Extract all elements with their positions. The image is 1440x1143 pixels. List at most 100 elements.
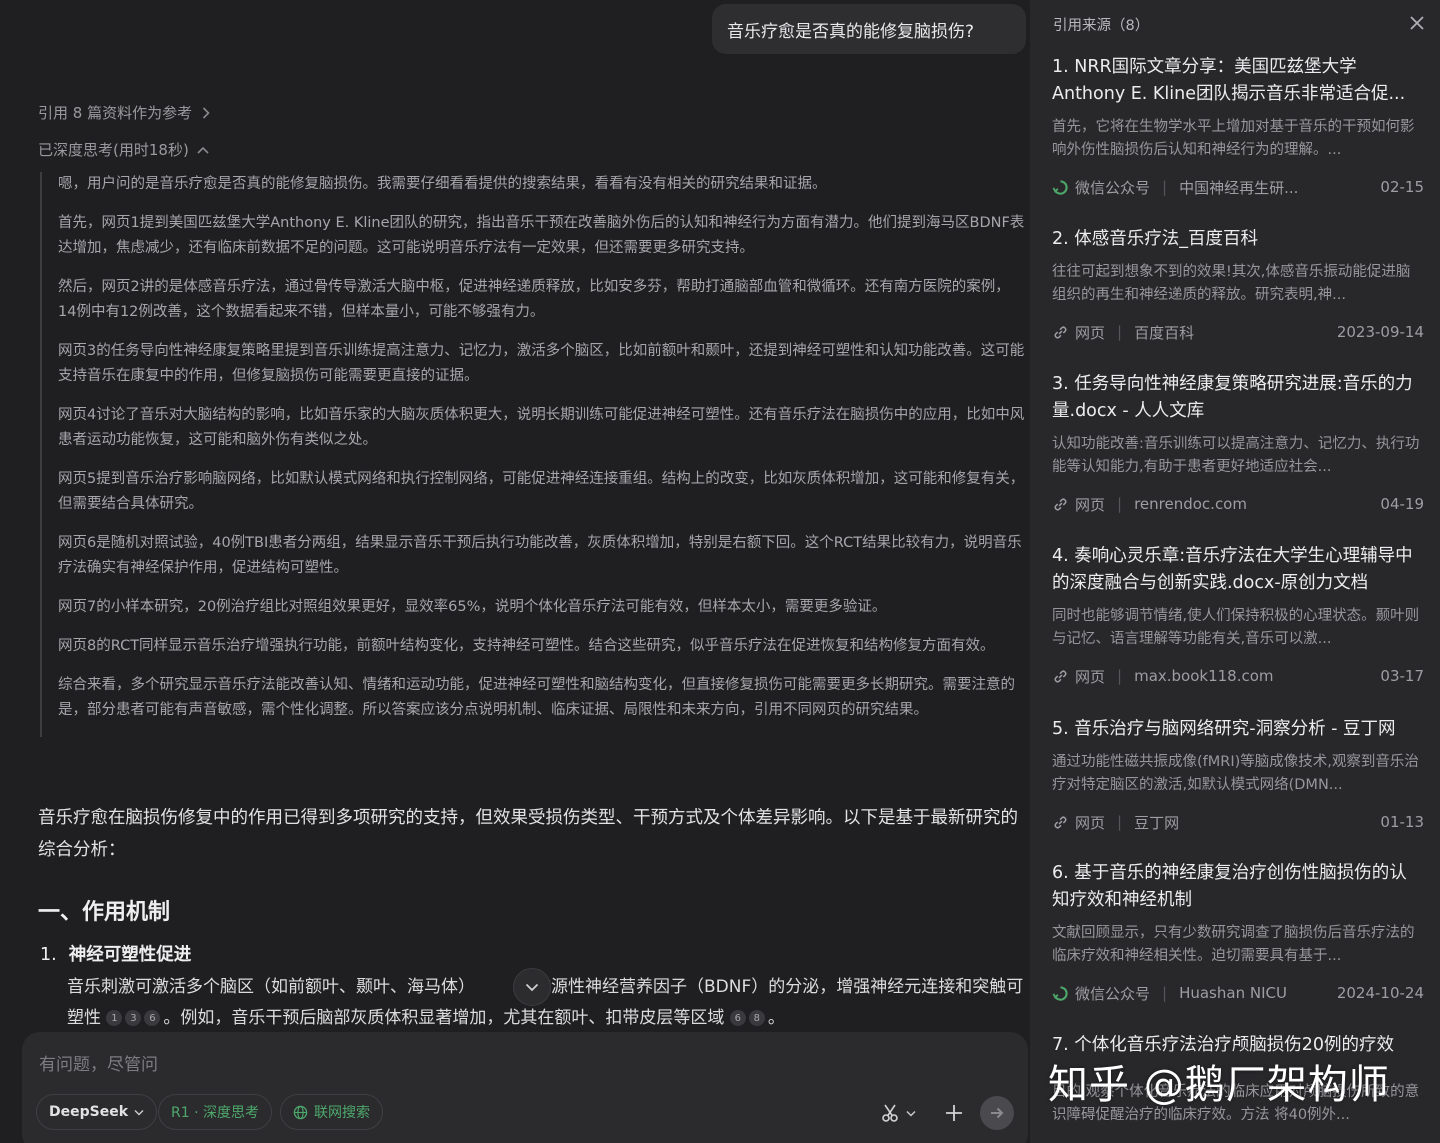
source-date: 02-15 bbox=[1380, 178, 1424, 196]
thinking-content: 嗯，用户问的是音乐疗愈是否真的能修复脑损伤。我需要仔细看看提供的搜索结果，看看有… bbox=[40, 172, 1030, 737]
close-icon[interactable] bbox=[1408, 14, 1426, 32]
web-search-toggle[interactable]: 联网搜索 bbox=[280, 1094, 383, 1130]
source-meta: 网页 | max.book118.com 03-17 bbox=[1052, 665, 1424, 687]
source-date: 03-17 bbox=[1380, 667, 1424, 685]
source-snippet: 文献回顾显示，只有少数研究调查了脑损伤后音乐疗法的临床疗效和神经相关性。迫切需要… bbox=[1052, 925, 1415, 964]
source-snippet: 认知功能改善:音乐训练可以提高注意力、记忆力、执行功能等认知能力,有助于患者更好… bbox=[1052, 436, 1420, 475]
sources-panel: 引用来源（8） 1. NRR国际文章分享：美国匹兹堡大学Anthony E. K… bbox=[1030, 0, 1440, 1143]
source-date: 01-13 bbox=[1380, 813, 1424, 831]
source-date: 2023-09-14 bbox=[1336, 323, 1424, 341]
panel-title: 引用来源（8） bbox=[1053, 18, 1150, 34]
web-search-label: 联网搜索 bbox=[314, 1105, 370, 1121]
source-site: 豆丁网 bbox=[1134, 813, 1180, 832]
chevron-down-icon bbox=[906, 1110, 916, 1117]
source-site: 百度百科 bbox=[1134, 323, 1195, 342]
body-text: 音乐刺激可激活多个脑区（如前额叶、颞叶、海马体） bbox=[67, 977, 475, 997]
scissors-icon bbox=[882, 1104, 898, 1122]
user-message-text: 音乐疗愈是否真的能修复脑损伤? bbox=[727, 21, 975, 42]
source-item[interactable]: 3. 任务导向性神经康复策略研究进展:音乐的力量.docx - 人人文库 认知功… bbox=[1052, 371, 1424, 515]
thinking-toggle-label: 已深度思考(用时18秒) bbox=[38, 141, 189, 159]
source-date: 04-19 bbox=[1380, 495, 1424, 513]
source-snippet: 同时也能够调节情绪,使人们保持积极的心理状态。颞叶则与记忆、语言理解等功能有关,… bbox=[1052, 608, 1420, 647]
thinking-paragraph: 网页5提到音乐治疗影响脑网络，比如默认模式网络和执行控制网络，可能促进神经连接重… bbox=[58, 471, 1025, 512]
list-item-number: 1. bbox=[40, 945, 57, 965]
meta-divider: | bbox=[1162, 984, 1168, 1002]
thinking-paragraph: 综合来看，多个研究显示音乐疗法能改善认知、情绪和运动功能，促进神经可塑性和脑结构… bbox=[58, 677, 1015, 718]
source-title: 2. 体感音乐疗法_百度百科 bbox=[1052, 229, 1259, 249]
source-type: 网页 bbox=[1075, 495, 1106, 514]
source-site: max.book118.com bbox=[1134, 667, 1274, 685]
thinking-paragraph: 网页8的RCT同样显示音乐治疗增强执行功能，前额叶结构变化，支持神经可塑性。结合… bbox=[58, 638, 995, 654]
add-attachment-button[interactable] bbox=[940, 1098, 968, 1128]
chevron-down-icon bbox=[525, 983, 539, 991]
source-type: 微信公众号 bbox=[1075, 984, 1151, 1003]
source-snippet: 首先，它将在生物学水平上增加对基于音乐的干预如何影响外伤性脑损伤后认知和神经行为… bbox=[1052, 119, 1415, 158]
chat-area: 音乐疗愈是否真的能修复脑损伤? 引用 8 篇资料作为参考 已深度思考(用时18秒… bbox=[0, 0, 1030, 1143]
watermark: 知乎 @鹅厂架构师 bbox=[1048, 1062, 1390, 1108]
send-arrow-icon bbox=[991, 1107, 1004, 1119]
thinking-paragraph: 网页7的小样本研究，20例治疗组比对照组效果更好，显效率65%，说明个体化音乐疗… bbox=[58, 599, 887, 615]
source-site: Huashan NICU bbox=[1179, 984, 1287, 1002]
model-selector[interactable]: DeepSeek bbox=[36, 1094, 158, 1130]
chevron-right-icon bbox=[203, 106, 210, 119]
source-date: 2024-10-24 bbox=[1336, 984, 1424, 1002]
citation-badge[interactable]: 6 bbox=[729, 1010, 746, 1026]
message-composer: 有问题，尽管问 DeepSeek R1 · 深度思考 联网搜索 bbox=[22, 1032, 1028, 1143]
list-item-title: 神经可塑性促进 bbox=[68, 945, 192, 965]
source-meta: 微信公众号 | Huashan NICU 2024-10-24 bbox=[1052, 982, 1424, 1004]
citation-badge[interactable]: 8 bbox=[748, 1010, 765, 1026]
user-message-bubble: 音乐疗愈是否真的能修复脑损伤? bbox=[712, 4, 1026, 54]
source-meta: 网页 | 百度百科 2023-09-14 bbox=[1052, 321, 1424, 343]
source-item[interactable]: 4. 奏响心灵乐章:音乐疗法在大学生心理辅导中的深度融合与创新实践.docx-原… bbox=[1052, 543, 1424, 687]
source-item[interactable]: 6. 基于音乐的神经康复治疗创伤性脑损伤的认知疗效和神经机制 文献回顾显示，只有… bbox=[1052, 860, 1424, 1004]
meta-divider: | bbox=[1117, 323, 1123, 341]
references-link[interactable]: 引用 8 篇资料作为参考 bbox=[38, 102, 210, 123]
body-text: 。 bbox=[767, 1008, 785, 1028]
citation-badge[interactable]: 6 bbox=[144, 1010, 161, 1026]
source-type: 网页 bbox=[1075, 667, 1106, 686]
citation-badge[interactable]: 1 bbox=[106, 1010, 123, 1026]
thinking-paragraph: 然后，网页2讲的是体感音乐疗法，通过骨传导激活大脑中枢，促进神经递质释放，比如安… bbox=[58, 279, 1010, 320]
references-link-label: 引用 8 篇资料作为参考 bbox=[38, 104, 193, 122]
wechat-icon bbox=[1052, 985, 1068, 1001]
send-button[interactable] bbox=[980, 1096, 1014, 1130]
source-title: 5. 音乐治疗与脑网络研究-洞察分析 - 豆丁网 bbox=[1052, 719, 1396, 739]
tools-menu-button[interactable] bbox=[874, 1098, 922, 1128]
source-snippet: 通过功能性磁共振成像(fMRI)等脑成像技术,观察到音乐治疗对特定脑区的激活,如… bbox=[1052, 754, 1419, 793]
source-type: 网页 bbox=[1075, 323, 1106, 342]
deep-think-toggle[interactable]: R1 · 深度思考 bbox=[158, 1094, 272, 1130]
source-type: 微信公众号 bbox=[1075, 178, 1151, 197]
source-title: 6. 基于音乐的神经康复治疗创伤性脑损伤的认知疗效和神经机制 bbox=[1052, 863, 1407, 910]
globe-icon bbox=[293, 1105, 308, 1119]
thinking-paragraph: 嗯，用户问的是音乐疗愈是否真的能修复脑损伤。我需要仔细看看提供的搜索结果，看看有… bbox=[58, 176, 827, 192]
source-item[interactable]: 2. 体感音乐疗法_百度百科 往往可起到想象不到的效果!其次,体感音乐振动能促进… bbox=[1052, 226, 1424, 343]
meta-divider: | bbox=[1117, 813, 1123, 831]
section-heading: 一、作用机制 bbox=[38, 900, 171, 925]
link-icon bbox=[1054, 326, 1067, 338]
list-item-heading: 1. 神经可塑性促进 bbox=[40, 941, 191, 966]
meta-divider: | bbox=[1117, 495, 1123, 513]
source-title: 1. NRR国际文章分享：美国匹兹堡大学Anthony E. Kline团队揭示… bbox=[1052, 57, 1406, 104]
thinking-paragraph: 网页3的任务导向性神经康复策略里提到音乐训练提高注意力、记忆力，激活多个脑区，比… bbox=[58, 343, 1025, 384]
message-input[interactable]: 有问题，尽管问 bbox=[39, 1050, 158, 1075]
wechat-icon bbox=[1052, 179, 1068, 195]
chevron-up-icon bbox=[197, 146, 209, 154]
source-site: renrendoc.com bbox=[1134, 495, 1247, 513]
link-icon bbox=[1054, 670, 1067, 682]
source-meta: 网页 | renrendoc.com 04-19 bbox=[1052, 493, 1424, 515]
citation-badge[interactable]: 3 bbox=[125, 1010, 142, 1026]
thinking-toggle[interactable]: 已深度思考(用时18秒) bbox=[38, 139, 209, 160]
link-icon bbox=[1054, 816, 1067, 828]
chevron-down-icon bbox=[134, 1109, 144, 1116]
source-type: 网页 bbox=[1075, 813, 1106, 832]
thinking-paragraph: 首先，网页1提到美国匹兹堡大学Anthony E. Kline团队的研究，指出音… bbox=[58, 215, 1025, 256]
link-icon bbox=[1054, 498, 1067, 510]
source-title: 3. 任务导向性神经康复策略研究进展:音乐的力量.docx - 人人文库 bbox=[1052, 374, 1413, 421]
deep-think-label: R1 · 深度思考 bbox=[171, 1105, 259, 1121]
meta-divider: | bbox=[1162, 178, 1168, 196]
source-item[interactable]: 5. 音乐治疗与脑网络研究-洞察分析 - 豆丁网 通过功能性磁共振成像(fMRI… bbox=[1052, 716, 1424, 833]
answer-intro: 音乐疗愈在脑损伤修复中的作用已得到多项研究的支持，但效果受损伤类型、干预方式及个… bbox=[38, 808, 1018, 860]
scroll-to-bottom-button[interactable] bbox=[513, 968, 551, 1006]
source-item[interactable]: 1. NRR国际文章分享：美国匹兹堡大学Anthony E. Kline团队揭示… bbox=[1052, 54, 1424, 198]
model-selector-label: DeepSeek bbox=[49, 1104, 129, 1120]
